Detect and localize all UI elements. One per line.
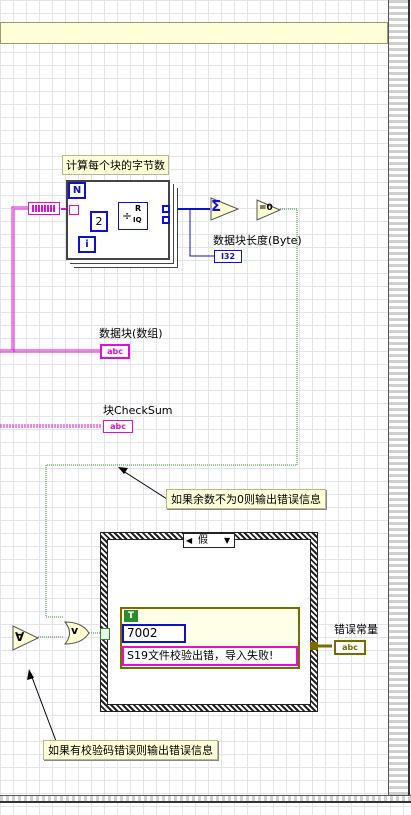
loop-input-tunnel	[69, 205, 79, 215]
case-next-arrow-icon[interactable]: ▼	[224, 534, 230, 547]
loop-count-terminal[interactable]: N	[68, 182, 86, 199]
divisor-constant[interactable]: 2	[90, 211, 108, 232]
for-loop-label: 计算每个块的字节数	[62, 155, 169, 175]
block-checksum-label: 块CheckSum	[103, 404, 173, 417]
arrow-remainder	[119, 468, 168, 500]
block-length-label: 数据块长度(Byte)	[213, 234, 302, 247]
case-output-tunnel	[310, 642, 318, 650]
error-constant-indicator[interactable]: abc	[334, 640, 366, 655]
remainder-output-label: R	[135, 204, 142, 213]
loop-output-tunnel-1	[162, 205, 170, 213]
error-code-constant[interactable]: 7002	[122, 624, 186, 643]
sum-symbol: Σ	[211, 197, 222, 215]
or-symbol: v	[71, 624, 79, 637]
error-constant-label: 错误常量	[334, 623, 378, 636]
string-wire-array-in	[0, 208, 28, 353]
case-selector-terminal	[100, 628, 110, 640]
quotient-output-label: IQ	[133, 216, 142, 224]
comment-remainder: 如果余数不为0则输出错误信息	[166, 489, 326, 509]
equal-zero-symbol: =0	[259, 203, 273, 213]
data-blocks-indicator[interactable]: abc	[100, 344, 130, 359]
loop-index-terminal[interactable]: i	[78, 236, 96, 253]
array-input-terminal[interactable]	[28, 202, 60, 215]
block-length-indicator[interactable]: I32	[214, 250, 242, 263]
case-selector-value: 假	[198, 535, 208, 546]
and-symbol: ∀	[15, 630, 25, 644]
data-blocks-label: 数据块(数组)	[99, 327, 163, 340]
loop-output-tunnel-2	[162, 216, 170, 224]
status-bool-constant[interactable]: T	[124, 610, 138, 622]
quotient-remainder-node[interactable]: ÷ R IQ	[118, 202, 148, 230]
comment-checksum: 如果有校验码错误则输出错误信息	[43, 740, 218, 760]
case-selector[interactable]: ◀ 假 ▼	[183, 533, 235, 548]
arrow-checksum	[29, 671, 57, 742]
block-checksum-indicator[interactable]: abc	[103, 420, 133, 433]
error-message-constant[interactable]: S19文件校验出错，导入失败!	[122, 646, 298, 666]
case-prev-arrow-icon[interactable]: ◀	[186, 534, 192, 547]
divide-symbol: ÷	[122, 209, 133, 223]
